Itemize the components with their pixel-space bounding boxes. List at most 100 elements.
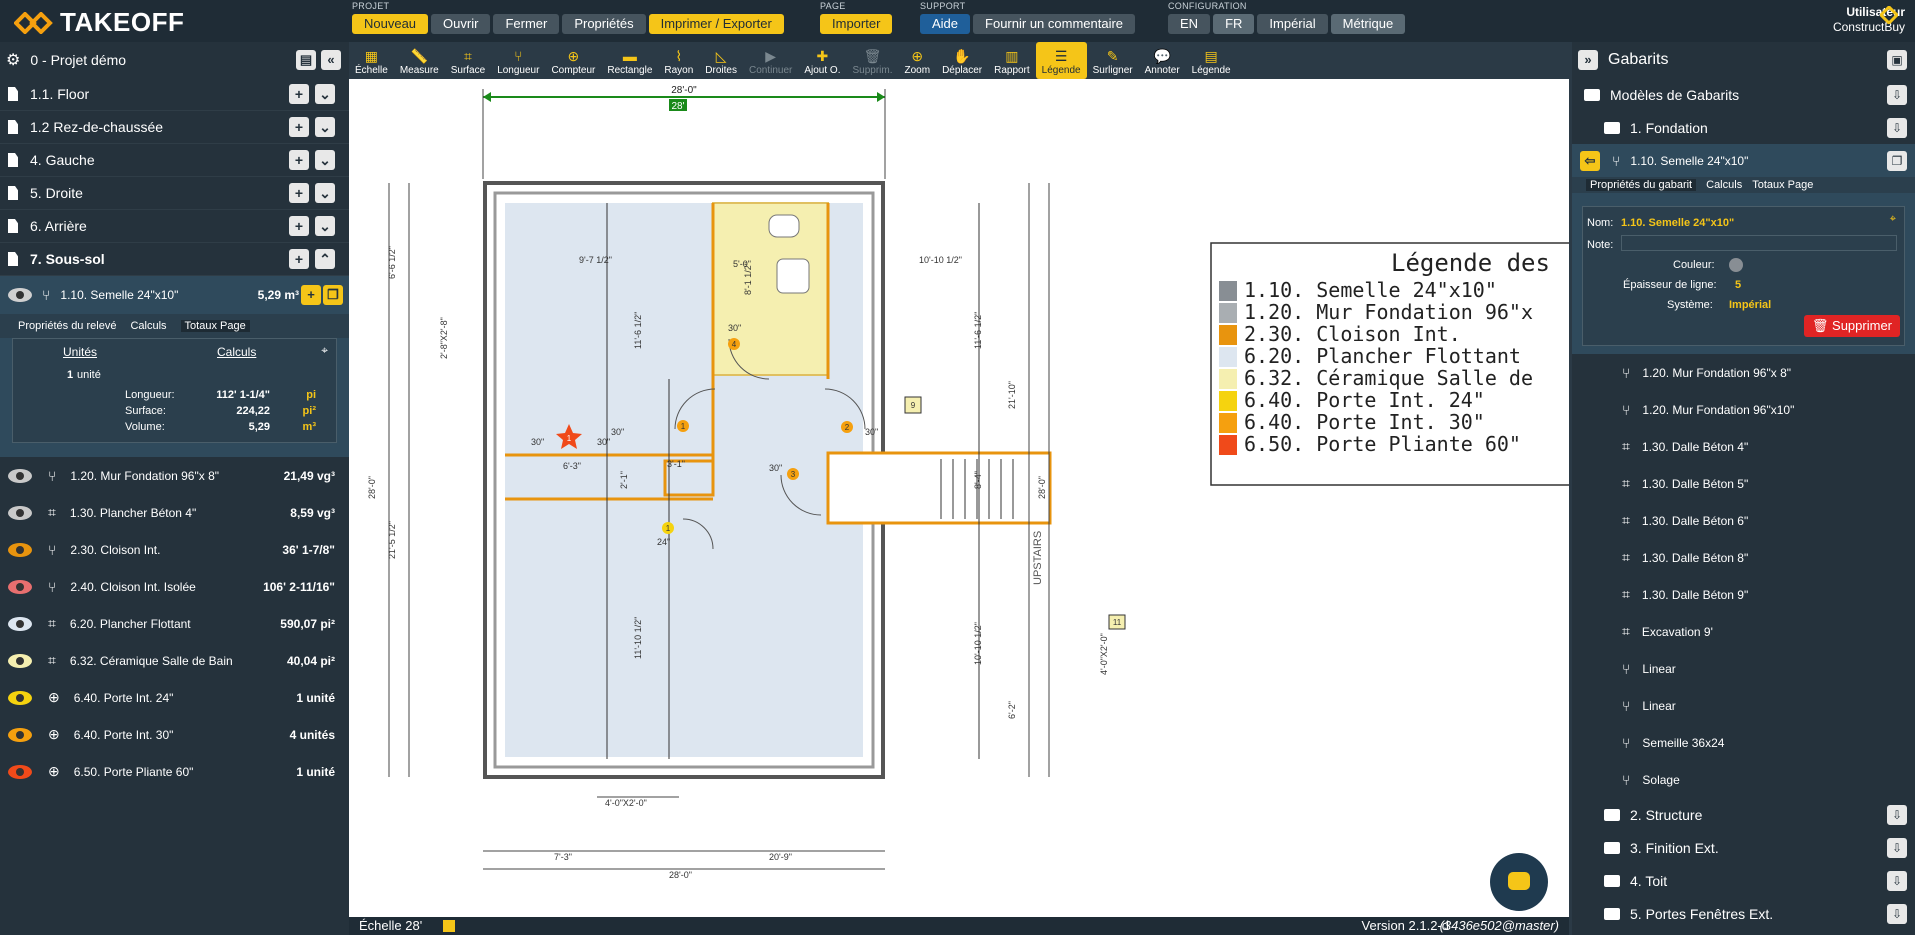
tab-properties[interactable]: Propriétés du relevé: [18, 320, 116, 332]
chevron-down-icon[interactable]: ⌄: [315, 150, 335, 170]
eye-icon[interactable]: [8, 727, 32, 742]
eye-icon[interactable]: [8, 764, 32, 779]
tool-button[interactable]: ✋ Déplacer: [936, 42, 988, 79]
menu-button[interactable]: Importer: [820, 14, 893, 34]
takeoff-item[interactable]: ⑂ 2.30. Cloison Int. 36' 1-7/8": [0, 531, 349, 568]
template-item[interactable]: ⌗ 1.30. Dalle Béton 9": [1572, 576, 1915, 613]
project-name[interactable]: 0 - Projet démo: [30, 52, 126, 68]
chevron-down-icon[interactable]: ⌄: [315, 117, 335, 137]
eye-icon[interactable]: [8, 505, 32, 520]
tool-button[interactable]: ⊕ Zoom: [899, 42, 937, 79]
menu-button[interactable]: Fournir un commentaire: [973, 14, 1136, 34]
nom-value[interactable]: 1.10. Semelle 24"x10": [1621, 217, 1734, 229]
collapse-left-button[interactable]: «: [321, 50, 341, 70]
tool-button[interactable]: ⌇ Rayon: [658, 42, 699, 79]
add-icon[interactable]: +: [289, 150, 309, 170]
tool-button[interactable]: 📏 Measure: [394, 42, 445, 79]
chat-button[interactable]: [1490, 853, 1548, 911]
page-row[interactable]: 5. Droite + ⌄: [0, 177, 349, 210]
thickness-value[interactable]: 5: [1735, 279, 1741, 291]
tool-button[interactable]: 🗑 Supprim.: [846, 42, 898, 79]
takeoff-item[interactable]: ⌗ 1.30. Plancher Béton 4" 8,59 vg³: [0, 494, 349, 531]
add-icon[interactable]: +: [301, 285, 321, 305]
note-input[interactable]: [1621, 235, 1897, 251]
drawing-canvas[interactable]: 28'-0" 28' 5'-0" 8'-1 1/2" 9'-7 1/2" 10'…: [349, 79, 1569, 917]
new-folder-icon[interactable]: ▣: [1887, 50, 1907, 70]
tool-button[interactable]: ⊕ Compteur: [545, 42, 601, 79]
takeoff-item[interactable]: ⌗ 6.32. Céramique Salle de Bain 40,04 pi²: [0, 642, 349, 679]
tool-button[interactable]: ⌗ Surface: [445, 42, 491, 79]
template-folder[interactable]: 3. Finition Ext. ⇩: [1572, 831, 1915, 864]
takeoff-item[interactable]: ⌗ 6.20. Plancher Flottant 590,07 pi²: [0, 605, 349, 642]
add-icon[interactable]: +: [289, 216, 309, 236]
chevron-down-icon[interactable]: ⌄: [315, 216, 335, 236]
tool-button[interactable]: 💬 Annoter: [1139, 42, 1186, 79]
tool-button[interactable]: ✚ Ajout O.: [798, 42, 846, 79]
tool-button[interactable]: ◺ Droites: [699, 42, 743, 79]
add-icon[interactable]: +: [289, 183, 309, 203]
menu-button[interactable]: Métrique: [1330, 14, 1406, 34]
tab-template-calculs[interactable]: Calculs: [1706, 179, 1742, 191]
pin-icon[interactable]: ⌖: [321, 343, 328, 358]
page-row[interactable]: 7. Sous-sol + ⌃: [0, 243, 349, 276]
template-item[interactable]: ⌗ 1.30. Dalle Béton 8": [1572, 539, 1915, 576]
tab-totaux[interactable]: Totaux Page: [180, 320, 250, 332]
delete-button[interactable]: 🗑 Supprimer: [1803, 315, 1900, 337]
chevron-down-icon[interactable]: ⌄: [315, 183, 335, 203]
eye-icon[interactable]: [8, 579, 32, 594]
template-item[interactable]: ⑂ Semeille 36x24: [1572, 724, 1915, 761]
tool-button[interactable]: ☰ Légende: [1035, 42, 1087, 79]
eye-icon[interactable]: [8, 690, 32, 705]
template-item[interactable]: ⌗ 1.30. Dalle Béton 4": [1572, 428, 1915, 465]
eye-icon[interactable]: [8, 468, 32, 483]
takeoff-item[interactable]: ⑂ 1.20. Mur Fondation 96"x 8" 21,49 vg³: [0, 457, 349, 494]
tab-calculs[interactable]: Calculs: [130, 320, 166, 332]
selected-takeoff-row[interactable]: ⑂ 1.10. Semelle 24"x10" 5,29 m³ + ❐: [0, 276, 349, 314]
page-row[interactable]: 1.2 Rez-de-chaussée + ⌄: [0, 111, 349, 144]
import-icon[interactable]: ⇩: [1887, 903, 1907, 924]
folder-models[interactable]: Modèles de Gabarits ⇩: [1572, 78, 1915, 111]
template-item[interactable]: ⑂ Linear: [1572, 687, 1915, 724]
tool-button[interactable]: ▦ Échelle: [349, 42, 394, 79]
menu-button[interactable]: Nouveau: [352, 14, 429, 34]
copy-icon[interactable]: ❐: [323, 285, 343, 305]
import-icon[interactable]: ⇩: [1887, 804, 1907, 825]
tab-template-properties[interactable]: Propriétés du gabarit: [1586, 179, 1697, 191]
pin-icon[interactable]: ⌖: [1890, 213, 1896, 226]
chevron-down-icon[interactable]: ⌄: [315, 84, 335, 104]
template-folder[interactable]: 5. Portes Fenêtres Ext. ⇩: [1572, 897, 1915, 930]
menu-button[interactable]: Propriétés: [562, 14, 646, 34]
menu-button[interactable]: Fermer: [493, 14, 560, 34]
add-icon[interactable]: +: [289, 84, 309, 104]
template-item[interactable]: ⌗ Excavation 9': [1572, 613, 1915, 650]
import-icon[interactable]: ⇩: [1887, 870, 1907, 891]
template-item[interactable]: ⑂ 1.20. Mur Fondation 96"x10": [1572, 391, 1915, 428]
color-swatch[interactable]: [1729, 258, 1743, 272]
takeoff-item[interactable]: ⊕ 6.40. Porte Int. 24" 1 unité: [0, 679, 349, 716]
eye-icon[interactable]: [8, 653, 32, 668]
tool-button[interactable]: ▤ Légende: [1186, 42, 1237, 79]
takeoff-item[interactable]: ⊕ 6.50. Porte Pliante 60" 1 unité: [0, 753, 349, 790]
eye-icon[interactable]: [8, 288, 32, 302]
template-item[interactable]: ⑂ Linear: [1572, 650, 1915, 687]
system-value[interactable]: Impérial: [1729, 299, 1771, 311]
takeoff-item[interactable]: ⊕ 6.40. Porte Int. 30" 4 unités: [0, 716, 349, 753]
import-icon[interactable]: ⇩: [1887, 84, 1907, 105]
menu-button[interactable]: Ouvrir: [431, 14, 491, 34]
menu-button[interactable]: Imprimer / Exporter: [648, 14, 784, 34]
collapse-right-button[interactable]: »: [1578, 50, 1598, 70]
tool-button[interactable]: ⑂ Longueur: [491, 42, 545, 79]
eye-icon[interactable]: [8, 616, 32, 631]
template-folder[interactable]: 4. Toit ⇩: [1572, 864, 1915, 897]
template-item[interactable]: ⌗ 1.30. Dalle Béton 6": [1572, 502, 1915, 539]
page-row[interactable]: 6. Arrière + ⌄: [0, 210, 349, 243]
menu-button[interactable]: Aide: [920, 14, 971, 34]
tool-button[interactable]: ▬ Rectangle: [601, 42, 658, 79]
tab-template-totaux[interactable]: Totaux Page: [1752, 179, 1813, 191]
folder-fondation[interactable]: 1. Fondation ⇩: [1572, 111, 1915, 144]
tool-button[interactable]: ▶ Continuer: [743, 42, 798, 79]
apply-template-icon[interactable]: ⇦: [1580, 150, 1600, 171]
menu-button[interactable]: EN: [1168, 14, 1211, 34]
tool-button[interactable]: ▥ Rapport: [988, 42, 1036, 79]
page-doc-button[interactable]: ▤: [296, 50, 316, 70]
